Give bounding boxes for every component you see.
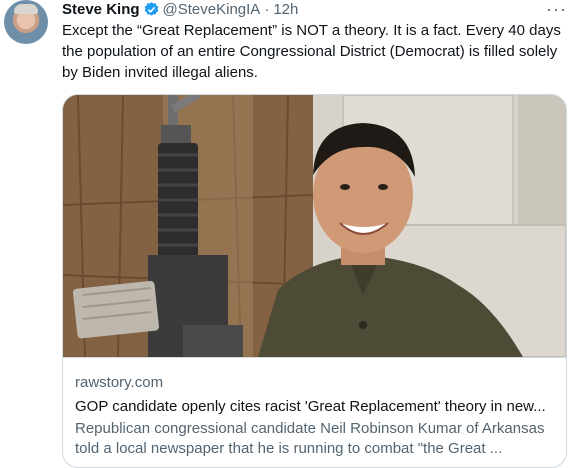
tweet[interactable]: Steve King @SteveKingIA · 12h ··· Except… — [0, 0, 571, 468]
card-photo-illustration — [63, 95, 566, 357]
timestamp[interactable]: 12h — [273, 1, 298, 18]
tweet-text: Except the “Great Replacement” is NOT a … — [62, 20, 567, 83]
avatar[interactable] — [4, 0, 48, 44]
avatar-hair — [14, 4, 38, 14]
more-options-icon[interactable]: ··· — [546, 0, 567, 18]
link-card[interactable]: rawstory.com GOP candidate openly cites … — [62, 94, 567, 468]
card-meta: rawstory.com GOP candidate openly cites … — [75, 373, 555, 459]
card-description: Republican congressional candidate Neil … — [75, 420, 545, 457]
tweet-header: Steve King @SteveKingIA · 12h — [62, 0, 298, 18]
verified-badge-icon — [143, 1, 160, 18]
separator-dot: · — [264, 0, 270, 18]
card-image[interactable] — [63, 95, 566, 358]
author-name[interactable]: Steve King — [62, 1, 140, 18]
card-title[interactable]: GOP candidate openly cites racist 'Great… — [75, 397, 555, 417]
card-domain: rawstory.com — [75, 374, 164, 391]
author-handle[interactable]: @SteveKingIA — [163, 1, 261, 18]
tweet-body: Except the “Great Replacement” is NOT a … — [62, 22, 561, 81]
